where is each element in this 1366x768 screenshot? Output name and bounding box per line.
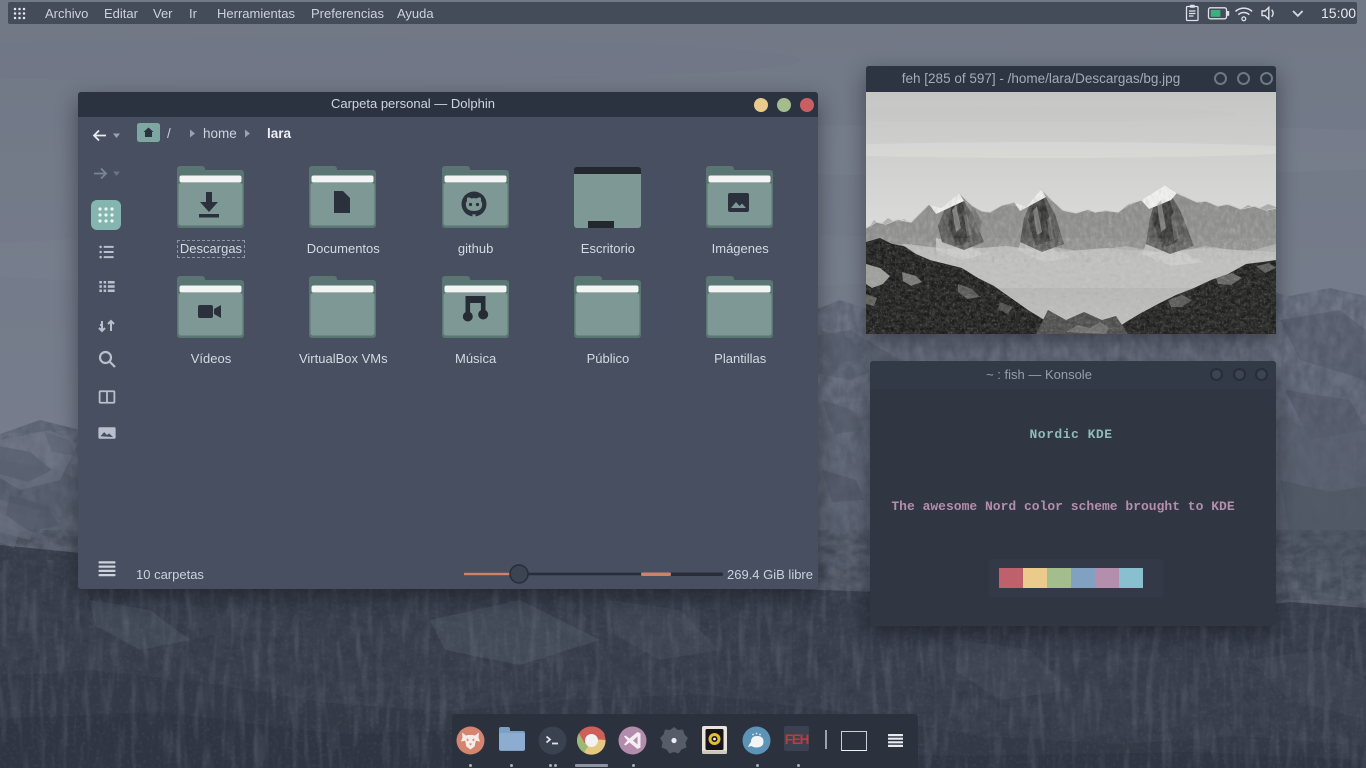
svg-text:FEH: FEH <box>785 732 809 747</box>
